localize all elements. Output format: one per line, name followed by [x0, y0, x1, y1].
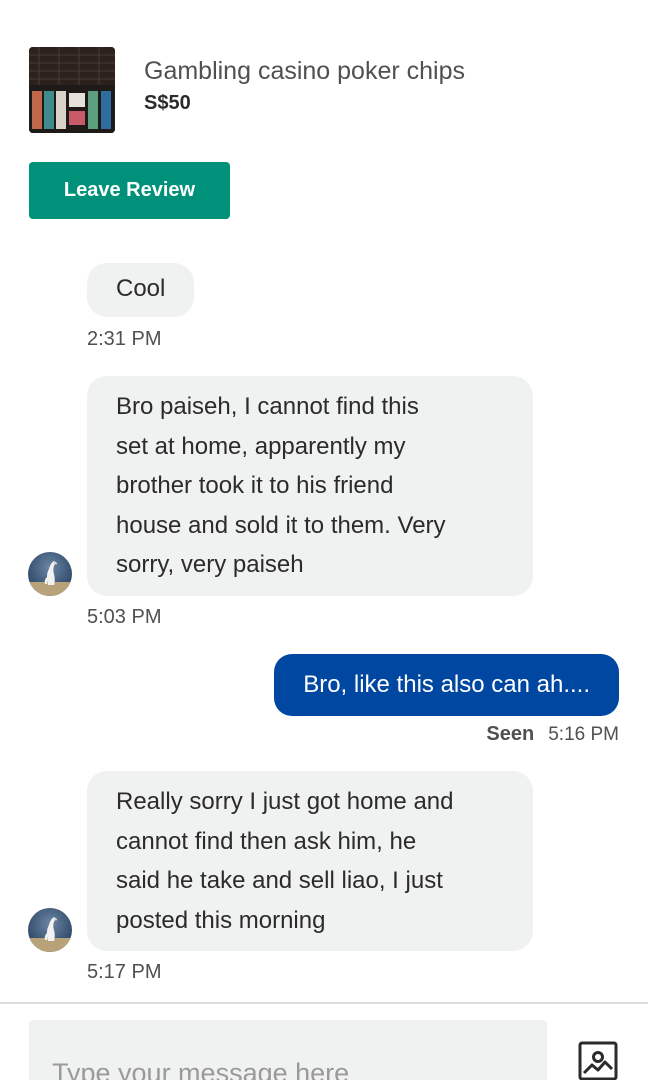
message-bubble-incoming[interactable]: Bro paiseh, I cannot find this set at ho… — [87, 376, 533, 596]
seen-label: Seen — [486, 723, 535, 745]
message-text-line: said he take and sell liao, I just — [116, 867, 443, 894]
listing-thumbnail[interactable] — [29, 47, 115, 133]
message-timestamp: 5:16 PM — [548, 724, 619, 745]
add-photo-icon — [578, 1041, 618, 1080]
listing-header[interactable]: Gambling casino poker chips S$50 — [29, 47, 619, 133]
listing-title[interactable]: Gambling casino poker chips — [144, 57, 465, 86]
message-text-line: house and sold it to them. Very — [116, 511, 446, 539]
message-timestamp: 5:03 PM — [87, 606, 162, 628]
message-bubble-incoming[interactable]: Really sorry I just got home and cannot … — [87, 771, 533, 951]
message-bubble-incoming[interactable]: Cool — [87, 263, 195, 317]
horse-avatar-icon — [28, 561, 72, 596]
horse-avatar-icon — [28, 917, 72, 952]
message-text-line: brother took it to his friend — [116, 472, 394, 499]
message-text: Bro, like this also can ah.... — [303, 671, 590, 698]
message-text-line: cannot find then ask him, he — [116, 827, 417, 855]
message-text-line: posted this morning — [116, 906, 326, 934]
message-text-line: Really sorry I just got home and — [116, 788, 454, 815]
composer-divider — [0, 1002, 648, 1004]
message-text-line: Bro paiseh, I cannot find this — [116, 393, 419, 420]
listing-price: S$50 — [144, 92, 191, 114]
message-text-line: sorry, very paiseh — [116, 551, 304, 578]
chat-screen: Gambling casino poker chips S$50 Leave R… — [0, 0, 648, 1080]
message-text-line: set at home, apparently my — [116, 432, 406, 460]
message-bubble-outgoing[interactable]: Bro, like this also can ah.... — [274, 654, 619, 716]
sender-avatar[interactable] — [28, 552, 72, 596]
message-timestamp: 2:31 PM — [87, 328, 162, 350]
message-input[interactable] — [29, 1020, 547, 1080]
leave-review-button[interactable]: Leave Review — [29, 162, 230, 219]
message-timestamp: 5:17 PM — [87, 961, 162, 983]
poker-chips-case-thumbnail — [29, 47, 115, 133]
sender-avatar[interactable] — [28, 908, 72, 952]
add-photo-button[interactable] — [578, 1041, 618, 1080]
message-status: Seen 5:16 PM — [486, 723, 619, 746]
message-text: Cool — [116, 275, 166, 302]
